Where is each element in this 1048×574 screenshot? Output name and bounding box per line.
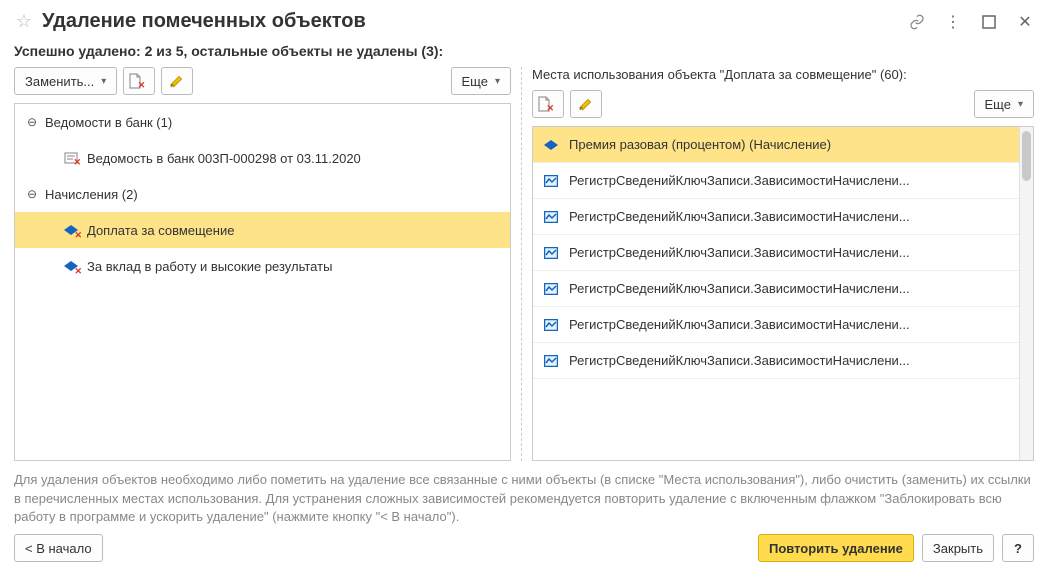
usage-label: Премия разовая (процентом) (Начисление) xyxy=(569,137,1009,152)
usage-row[interactable]: РегистрСведенийКлючЗаписи.ЗависимостиНач… xyxy=(533,307,1019,343)
edit-button[interactable] xyxy=(161,67,193,95)
usage-row[interactable]: РегистрСведенийКлючЗаписи.ЗависимостиНач… xyxy=(533,271,1019,307)
usage-label: РегистрСведенийКлючЗаписи.ЗависимостиНач… xyxy=(569,281,1009,296)
tree-item-accrual-2[interactable]: За вклад в работу и высокие результаты xyxy=(15,248,510,284)
tree-group-label: Ведомости в банк (1) xyxy=(45,115,172,130)
document-delete-icon xyxy=(536,96,552,112)
favorite-star-icon[interactable]: ☆ xyxy=(14,12,34,32)
accrual-marked-icon xyxy=(63,258,79,274)
usage-row[interactable]: РегистрСведенийКлючЗаписи.ЗависимостиНач… xyxy=(533,235,1019,271)
tree-item-accrual-1[interactable]: Доплата за совмещение xyxy=(15,212,510,248)
right-pane: Места использования объекта "Доплата за … xyxy=(522,67,1034,461)
tree-group-label: Начисления (2) xyxy=(45,187,138,202)
register-icon xyxy=(543,317,559,333)
usage-label: РегистрСведенийКлючЗаписи.ЗависимостиНач… xyxy=(569,209,1009,224)
repeat-delete-button[interactable]: Повторить удаление xyxy=(758,534,914,562)
maximize-icon[interactable] xyxy=(980,13,998,31)
usage-label: РегистрСведенийКлючЗаписи.ЗависимостиНач… xyxy=(569,353,1009,368)
help-button[interactable]: ? xyxy=(1002,534,1034,562)
replace-button[interactable]: Заменить... xyxy=(14,67,117,95)
usage-label: РегистрСведенийКлючЗаписи.ЗависимостиНач… xyxy=(569,245,1009,260)
info-text: Для удаления объектов необходимо либо по… xyxy=(14,471,1034,526)
delete-mark-button-right[interactable] xyxy=(532,90,564,118)
register-icon xyxy=(543,281,559,297)
back-button[interactable]: < В начало xyxy=(14,534,103,562)
usage-list[interactable]: Премия разовая (процентом) (Начисление) … xyxy=(532,126,1034,461)
more-button-left[interactable]: Еще xyxy=(451,67,511,95)
close-button[interactable]: Закрыть xyxy=(922,534,994,562)
register-icon xyxy=(543,245,559,261)
usage-label: РегистрСведенийКлючЗаписи.ЗависимостиНач… xyxy=(569,317,1009,332)
left-pane: Заменить... Еще ⊖ Ведомости в банк (1) xyxy=(14,67,522,461)
edit-button-right[interactable] xyxy=(570,90,602,118)
link-icon[interactable] xyxy=(908,13,926,31)
scrollbar-thumb[interactable] xyxy=(1022,131,1031,181)
accrual-marked-icon xyxy=(63,222,79,238)
usage-label: РегистрСведенийКлючЗаписи.ЗависимостиНач… xyxy=(569,173,1009,188)
tree-item-bank-doc[interactable]: Ведомость в банк 003П-000298 от 03.11.20… xyxy=(15,140,510,176)
delete-mark-button[interactable] xyxy=(123,67,155,95)
register-icon xyxy=(543,209,559,225)
usage-header: Места использования объекта "Доплата за … xyxy=(532,67,1034,82)
document-marked-icon xyxy=(63,150,79,166)
status-text: Успешно удалено: 2 из 5, остальные объек… xyxy=(14,43,1034,59)
scrollbar[interactable] xyxy=(1019,127,1033,460)
tree-item-label: Ведомость в банк 003П-000298 от 03.11.20… xyxy=(87,151,361,166)
document-delete-icon xyxy=(127,73,143,89)
register-icon xyxy=(543,173,559,189)
tree-item-label: Доплата за совмещение xyxy=(87,223,234,238)
page-title: Удаление помеченных объектов xyxy=(42,10,908,33)
accrual-icon xyxy=(543,137,559,153)
collapse-icon[interactable]: ⊖ xyxy=(25,187,39,201)
usage-row[interactable]: РегистрСведенийКлючЗаписи.ЗависимостиНач… xyxy=(533,163,1019,199)
kebab-menu-icon[interactable]: ⋮ xyxy=(944,13,962,31)
register-icon xyxy=(543,353,559,369)
objects-tree[interactable]: ⊖ Ведомости в банк (1) Ведомость в банк … xyxy=(14,103,511,461)
usage-row[interactable]: РегистрСведенийКлючЗаписи.ЗависимостиНач… xyxy=(533,199,1019,235)
usage-row[interactable]: Премия разовая (процентом) (Начисление) xyxy=(533,127,1019,163)
usage-row[interactable]: РегистрСведенийКлючЗаписи.ЗависимостиНач… xyxy=(533,343,1019,379)
tree-group-accruals[interactable]: ⊖ Начисления (2) xyxy=(15,176,510,212)
collapse-icon[interactable]: ⊖ xyxy=(25,115,39,129)
tree-item-label: За вклад в работу и высокие результаты xyxy=(87,259,332,274)
tree-group-bank[interactable]: ⊖ Ведомости в банк (1) xyxy=(15,104,510,140)
close-icon[interactable]: ✕ xyxy=(1016,13,1034,31)
more-button-right[interactable]: Еще xyxy=(974,90,1034,118)
